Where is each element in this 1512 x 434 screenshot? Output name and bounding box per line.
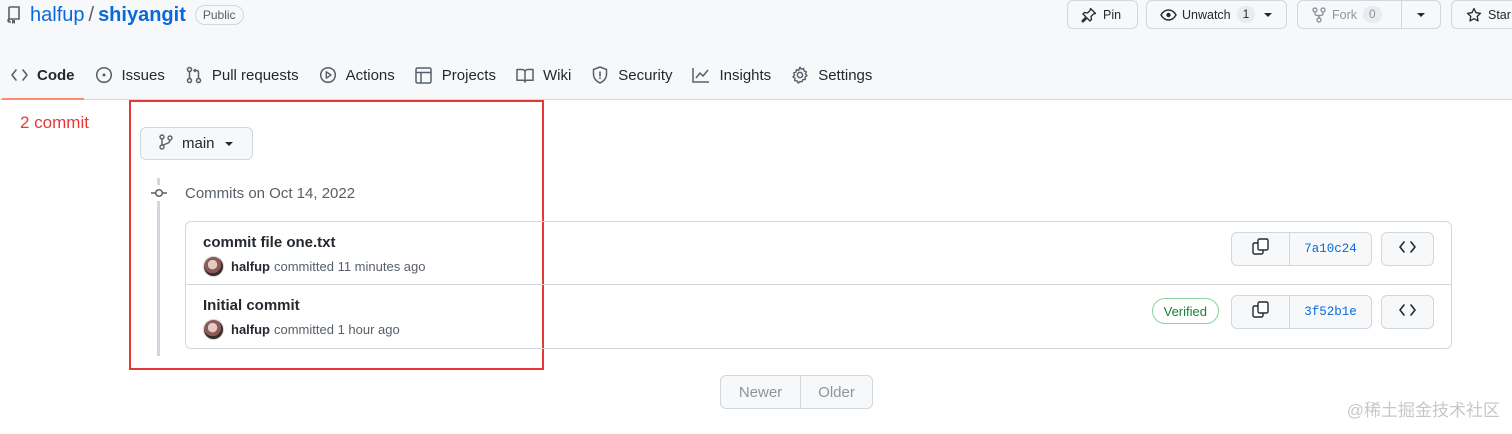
watch-label: Unwatch bbox=[1182, 7, 1231, 22]
star-label: Star bbox=[1488, 7, 1511, 22]
commit-sha-link[interactable]: 3f52b1e bbox=[1290, 296, 1371, 328]
tab-label: Issues bbox=[121, 66, 165, 84]
tab-label: Actions bbox=[345, 66, 395, 84]
browse-repo-at-commit-button[interactable] bbox=[1381, 295, 1434, 329]
visibility-badge: Public bbox=[194, 5, 244, 25]
tab-label: Insights bbox=[719, 66, 772, 84]
repo-icon bbox=[6, 6, 22, 24]
commit-meta: halfup committed 11 minutes ago bbox=[203, 256, 426, 277]
tab-security[interactable]: Security bbox=[581, 54, 682, 100]
avatar[interactable] bbox=[203, 319, 224, 340]
tab-actions[interactable]: Actions bbox=[309, 54, 405, 100]
copy-sha-button[interactable] bbox=[1232, 296, 1290, 328]
repo-title: halfup / shiyangit Public bbox=[6, 2, 244, 28]
book-icon bbox=[516, 66, 534, 84]
tab-wiki[interactable]: Wiki bbox=[506, 54, 581, 100]
commit-sha-link[interactable]: 7a10c24 bbox=[1290, 233, 1371, 265]
commit-author-link[interactable]: halfup bbox=[231, 322, 270, 337]
tab-label: Security bbox=[618, 66, 673, 84]
shield-icon bbox=[591, 66, 609, 84]
watch-button[interactable]: Unwatch 1 bbox=[1146, 0, 1287, 29]
copy-sha-button[interactable] bbox=[1232, 233, 1290, 265]
commit-sha-group: 3f52b1e bbox=[1231, 295, 1372, 329]
commit-row: Initial commit halfup committed 1 hour a… bbox=[186, 285, 1451, 348]
tab-insights[interactable]: Insights bbox=[682, 54, 781, 100]
code-icon bbox=[10, 66, 28, 84]
commit-group-title: Commits on Oct 14, 2022 bbox=[185, 185, 356, 202]
table-icon bbox=[415, 66, 433, 84]
gear-icon bbox=[791, 66, 809, 84]
star-icon bbox=[1466, 7, 1482, 23]
commit-meta: halfup committed 1 hour ago bbox=[203, 319, 400, 340]
fork-dropdown-button[interactable] bbox=[1402, 12, 1440, 17]
tab-settings[interactable]: Settings bbox=[781, 54, 882, 100]
tab-label: Settings bbox=[818, 66, 873, 84]
tab-label: Projects bbox=[441, 66, 496, 84]
code-icon bbox=[1399, 303, 1416, 321]
branch-name: main bbox=[182, 135, 215, 152]
verified-badge[interactable]: Verified bbox=[1151, 298, 1219, 324]
tab-projects[interactable]: Projects bbox=[405, 54, 506, 100]
pin-icon bbox=[1081, 7, 1097, 23]
older-button[interactable]: Older bbox=[801, 376, 872, 408]
pin-button[interactable]: Pin bbox=[1067, 0, 1138, 29]
tab-label: Pull requests bbox=[211, 66, 299, 84]
tab-issues[interactable]: Issues bbox=[85, 54, 175, 100]
eye-icon bbox=[1160, 8, 1177, 22]
repo-nav-tabs: Code Issues Pull requests Actions Projec… bbox=[0, 54, 882, 100]
repo-actions: Pin Unwatch 1 Fork 0 Star bbox=[1067, 0, 1512, 29]
pagination: Newer Older bbox=[720, 375, 873, 409]
browse-repo-at-commit-button[interactable] bbox=[1381, 232, 1434, 266]
commit-sha-group: 7a10c24 bbox=[1231, 232, 1372, 266]
timeline-line bbox=[157, 178, 160, 356]
play-icon bbox=[319, 66, 337, 84]
commit-author-link[interactable]: halfup bbox=[231, 259, 270, 274]
issue-icon bbox=[95, 66, 113, 84]
fork-button[interactable]: Fork 0 bbox=[1298, 1, 1402, 28]
copy-icon bbox=[1252, 301, 1269, 323]
branch-icon bbox=[159, 133, 173, 154]
repo-name-link[interactable]: shiyangit bbox=[98, 2, 186, 28]
pull-request-icon bbox=[185, 66, 203, 84]
newer-button[interactable]: Newer bbox=[721, 376, 801, 408]
commit-row: commit file one.txt halfup committed 11 … bbox=[186, 222, 1451, 285]
copy-icon bbox=[1252, 238, 1269, 260]
annotation-label: 2 commit bbox=[20, 113, 89, 132]
repo-owner-link[interactable]: halfup bbox=[30, 2, 85, 28]
chevron-down-icon bbox=[1264, 12, 1273, 17]
repo-header: halfup / shiyangit Public Pin Unwatch 1 bbox=[0, 0, 1512, 100]
tab-label: Wiki bbox=[542, 66, 572, 84]
branch-select-button[interactable]: main bbox=[140, 127, 253, 160]
commit-time: committed 11 minutes ago bbox=[274, 259, 426, 274]
fork-count: 0 bbox=[1363, 6, 1382, 23]
chevron-down-icon bbox=[1417, 12, 1425, 17]
git-commit-icon bbox=[150, 185, 168, 201]
commit-list: commit file one.txt halfup committed 11 … bbox=[185, 221, 1452, 349]
graph-icon bbox=[692, 66, 710, 84]
fork-button-group: Fork 0 bbox=[1297, 0, 1441, 29]
watermark: @稀土掘金技术社区 bbox=[1346, 401, 1500, 420]
watch-count: 1 bbox=[1236, 6, 1256, 23]
pin-label: Pin bbox=[1103, 7, 1122, 22]
chevron-down-icon bbox=[224, 141, 233, 146]
repo-separator: / bbox=[88, 4, 95, 26]
fork-label: Fork bbox=[1332, 7, 1357, 22]
commit-message-link[interactable]: commit file one.txt bbox=[203, 234, 336, 251]
tab-label: Code bbox=[37, 66, 75, 84]
commit-message-link[interactable]: Initial commit bbox=[203, 297, 300, 314]
fork-icon bbox=[1312, 6, 1326, 23]
avatar[interactable] bbox=[203, 256, 224, 277]
code-icon bbox=[1399, 240, 1416, 258]
star-button[interactable]: Star bbox=[1451, 0, 1512, 29]
tab-code[interactable]: Code bbox=[0, 54, 85, 100]
commit-time: committed 1 hour ago bbox=[274, 322, 400, 337]
tab-pull-requests[interactable]: Pull requests bbox=[175, 54, 309, 100]
